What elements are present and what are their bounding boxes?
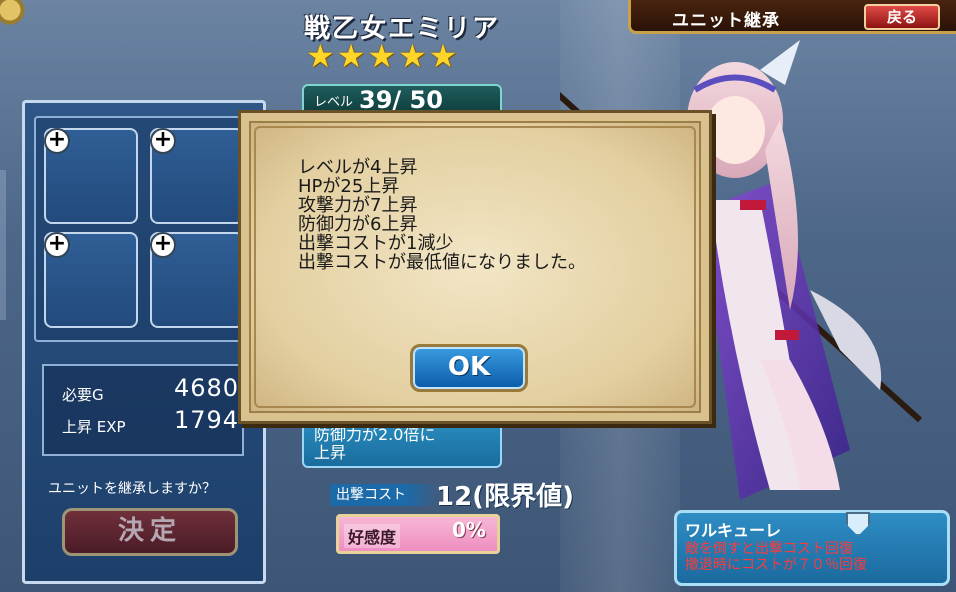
material-slot[interactable]: +: [44, 128, 138, 224]
message-line: 防御力が6上昇: [298, 214, 418, 235]
star-icon: ★: [428, 37, 458, 75]
message-line: HPが25上昇: [298, 176, 400, 197]
corner-ornament-icon: [0, 0, 40, 60]
dialog-message: レベルが4上昇 HPが25上昇 攻撃力が7上昇 防御力が6上昇 出撃コストが1減…: [298, 158, 586, 272]
exp-gain-value: 1794: [174, 406, 240, 434]
star-icon: ★: [398, 37, 427, 75]
plus-icon: +: [150, 232, 176, 258]
class-name: ワルキューレ: [685, 521, 782, 540]
back-button[interactable]: 戻る: [864, 4, 940, 30]
class-description: 敵を倒すと出撃コスト回復: [685, 541, 853, 557]
skill-line: 防御力が2.0倍に: [314, 425, 436, 444]
level-label: レベル: [314, 94, 354, 110]
exp-gain-label: 上昇 EXP: [62, 418, 126, 436]
plus-icon: +: [44, 128, 70, 154]
material-slot[interactable]: +: [150, 128, 244, 224]
screen-title: ユニット継承: [672, 11, 780, 31]
affection-value: 0%: [452, 518, 486, 542]
class-info: ワルキューレ 敵を倒すと出撃コスト回復 撤退時にコストが７０％回復: [674, 510, 950, 586]
message-line: 出撃コストが最低値になりました。: [298, 252, 586, 273]
rarity-stars: ★ ★ ★ ★ ★: [306, 40, 457, 72]
material-slot[interactable]: +: [44, 232, 138, 328]
class-description: 撤退時にコストが７０％回復: [685, 557, 867, 573]
sortie-cost-value: 12(限界値): [436, 482, 574, 512]
message-line: 出撃コストが1減少: [298, 233, 454, 254]
star-icon: ★: [336, 37, 366, 75]
confirm-question: ユニットを継承しますか？: [48, 481, 216, 497]
star-icon: ★: [306, 37, 335, 75]
star-icon: ★: [367, 37, 397, 75]
required-gold-label: 必要G: [62, 386, 104, 404]
message-line: 攻撃力が7上昇: [298, 195, 418, 216]
required-gold-value: 4680: [174, 374, 240, 402]
sortie-cost-label: 出撃コスト: [330, 484, 440, 506]
affection-label: 好感度: [344, 524, 401, 548]
skill-line: 上昇: [314, 443, 347, 462]
plus-icon: +: [44, 232, 70, 258]
material-slot[interactable]: +: [150, 232, 244, 328]
ok-button[interactable]: OK: [410, 344, 528, 392]
plus-icon: +: [150, 128, 176, 154]
decide-button[interactable]: 決定: [62, 508, 238, 556]
message-line: レベルが4上昇: [298, 157, 418, 178]
